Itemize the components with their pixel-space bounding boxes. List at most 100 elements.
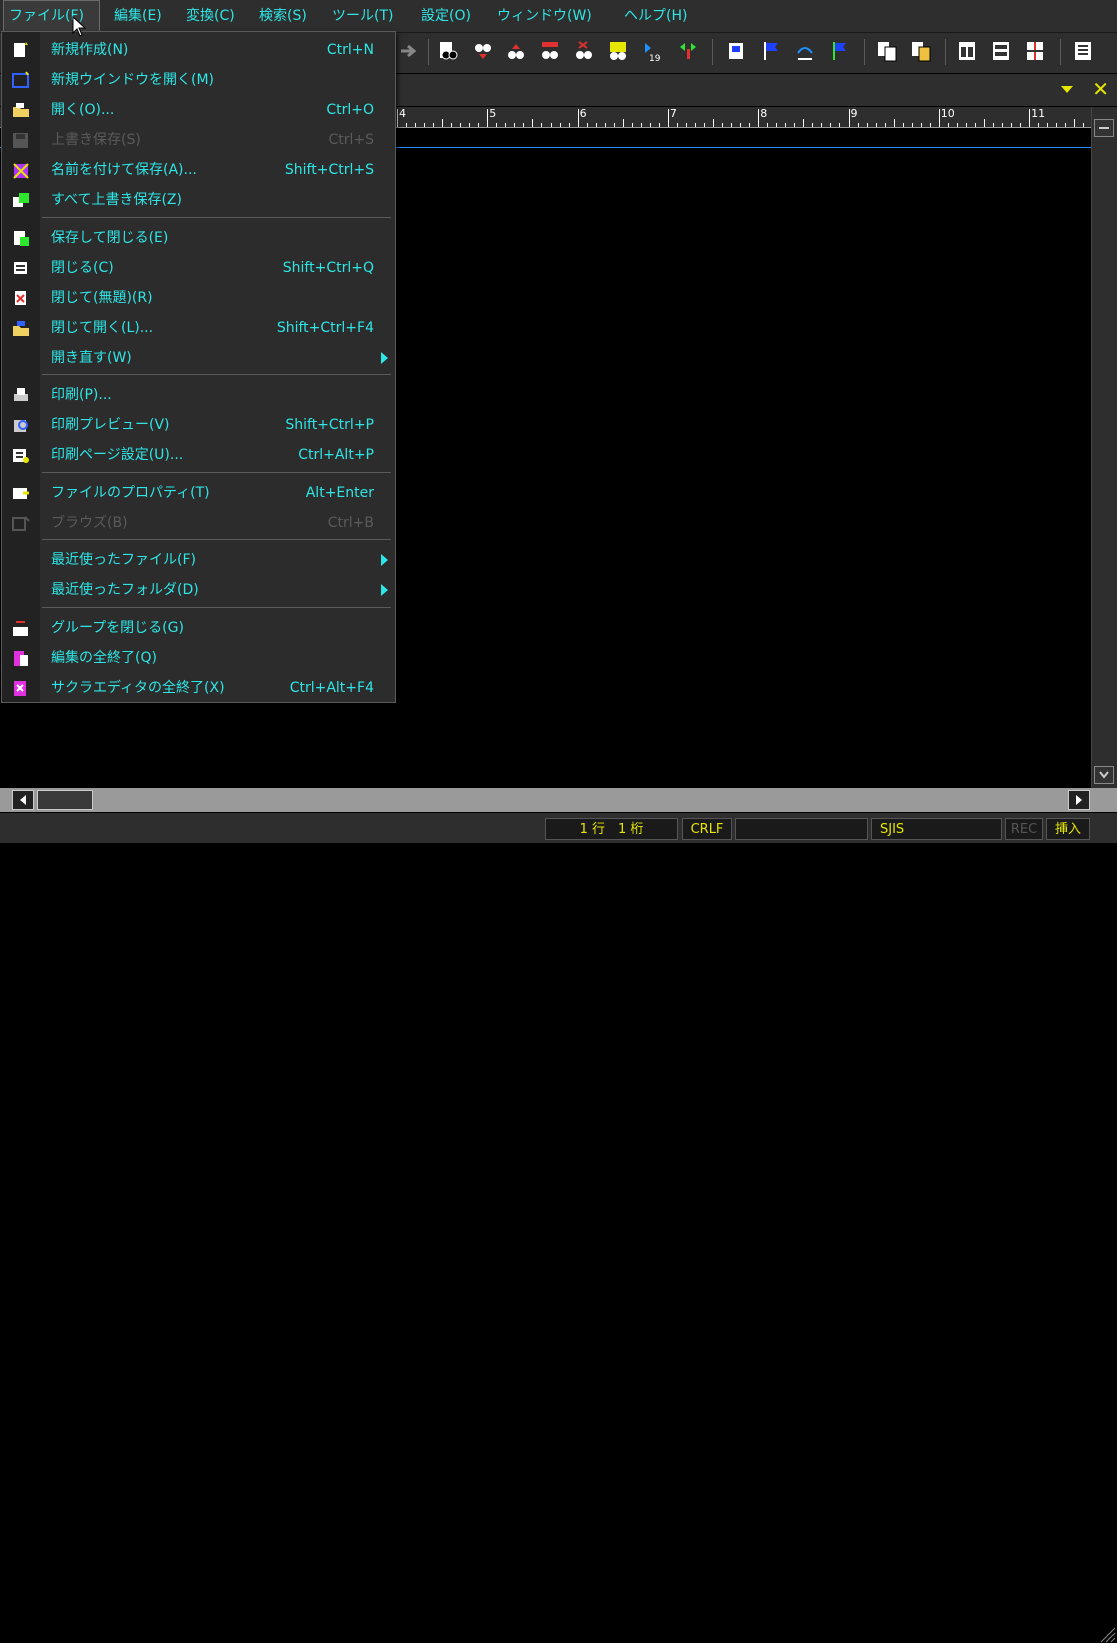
status-position: 1 行 1 桁	[545, 818, 678, 840]
menu-item: ブラウズ(B) Ctrl+B	[2, 508, 395, 538]
ruler-tick	[740, 123, 742, 127]
horizontal-scroll-thumb[interactable]	[37, 790, 93, 810]
menu-item[interactable]: 編集の全終了(Q)	[2, 643, 395, 673]
toolbar-separator	[1060, 39, 1061, 65]
ruler-label: 4	[399, 107, 406, 120]
menu-help[interactable]: ヘルプ(H)	[619, 0, 692, 32]
menu-item[interactable]: 最近使ったファイル(F)	[2, 545, 395, 575]
menu-item[interactable]: 名前を付けて保存(A)... Shift+Ctrl+S	[2, 155, 395, 185]
ruler-tick	[974, 123, 976, 127]
menu-item[interactable]: サクラエディタの全終了(X) Ctrl+Alt+F4	[2, 673, 395, 703]
ruler-label: 9	[850, 107, 858, 120]
bookmark-prev-icon[interactable]	[794, 39, 816, 63]
ruler-tick	[875, 123, 877, 127]
ruler-tick	[1083, 123, 1085, 127]
menu-window[interactable]: ウィンドウ(W)	[492, 0, 597, 32]
menu-item[interactable]: 新規ウインドウを開く(M)	[2, 65, 395, 95]
ruler-tick	[893, 119, 895, 127]
menu-item[interactable]: 新規作成(N) Ctrl+N	[2, 35, 395, 65]
menu-search[interactable]: 検索(S)	[254, 0, 312, 32]
ruler-tick	[460, 123, 462, 127]
ruler-tick	[649, 123, 651, 127]
bookmark-next-icon[interactable]	[760, 39, 782, 63]
ruler-tick	[758, 109, 760, 127]
menu-item[interactable]: 保存して閉じる(E)	[2, 223, 395, 253]
scroll-up-button[interactable]	[1094, 119, 1114, 137]
menu-item[interactable]: 閉じて(無題)(R)	[2, 283, 395, 313]
clear-mark-icon[interactable]	[573, 39, 595, 63]
new-file-icon	[11, 41, 31, 59]
scroll-right-button[interactable]	[1068, 790, 1090, 810]
menu-item[interactable]: 印刷(P)...	[2, 380, 395, 410]
menu-edit[interactable]: 編集(E)	[109, 0, 167, 32]
menu-item-label: 閉じて開く(L)...	[51, 320, 154, 336]
scroll-left-button[interactable]	[12, 790, 34, 810]
jump-line-icon[interactable]: 19	[641, 39, 663, 63]
ruler-tick	[992, 123, 994, 127]
exit-app-icon	[11, 679, 31, 697]
split-window-icon[interactable]	[1024, 39, 1046, 63]
close-group-icon	[11, 619, 31, 637]
menu-item[interactable]: 閉じて開く(L)... Shift+Ctrl+F4	[2, 313, 395, 343]
scroll-down-button[interactable]	[1094, 766, 1114, 784]
menu-item-label: 印刷(P)...	[51, 387, 112, 403]
horizontal-scrollbar[interactable]	[0, 788, 1117, 812]
vertical-scrollbar[interactable]	[1091, 107, 1117, 788]
menu-item[interactable]: グループを閉じる(G)	[2, 613, 395, 643]
menu-item[interactable]: 開く(O)... Ctrl+O	[2, 95, 395, 125]
new-window-icon	[11, 71, 31, 89]
ruler-tick	[523, 123, 525, 127]
ruler-tick	[577, 109, 579, 127]
paste-doc-icon[interactable]	[910, 39, 932, 63]
ruler-tick	[965, 123, 967, 127]
ruler-tick	[442, 119, 444, 127]
save-as-icon	[11, 161, 31, 179]
ruler-tick	[667, 109, 669, 127]
menu-tools[interactable]: ツール(T)	[327, 0, 398, 32]
menu-item-shortcut: Alt+Enter	[305, 485, 374, 501]
tile-windows-icon[interactable]	[956, 39, 978, 63]
copy-doc-icon[interactable]	[876, 39, 898, 63]
toolbar-separator	[712, 39, 713, 65]
menu-item[interactable]: すべて上書き保存(Z)	[2, 185, 395, 215]
menu-item[interactable]: 印刷ページ設定(U)... Ctrl+Alt+P	[2, 440, 395, 470]
menu-item-label: 閉じる(C)	[51, 260, 114, 276]
grep-icon[interactable]	[607, 39, 629, 63]
tab-dropdown-icon[interactable]	[1061, 86, 1073, 93]
menu-item-label: すべて上書き保存(Z)	[51, 192, 182, 208]
bookmark-icon[interactable]	[726, 39, 748, 63]
menu-convert[interactable]: 変換(C)	[181, 0, 240, 32]
ruler-tick	[532, 119, 534, 127]
menu-item[interactable]: 開き直す(W)	[2, 343, 395, 373]
menu-item[interactable]: 印刷プレビュー(V) Shift+Ctrl+P	[2, 410, 395, 440]
status-encoding[interactable]: SJIS	[871, 818, 1002, 840]
ruler-tick	[803, 119, 805, 127]
menu-item-label: サクラエディタの全終了(X)	[51, 680, 225, 696]
close-icon[interactable]: ✕	[1092, 77, 1109, 101]
ruler-tick	[839, 123, 841, 127]
menu-item[interactable]: ファイルのプロパティ(T) Alt+Enter	[2, 478, 395, 508]
find-next-icon[interactable]	[472, 39, 494, 63]
find-prev-icon[interactable]	[505, 39, 527, 63]
bookmark-flag-icon[interactable]	[828, 39, 850, 63]
find-icon[interactable]	[438, 39, 460, 63]
bracket-jump-icon[interactable]	[677, 39, 699, 63]
menu-item-label: 新規ウインドウを開く(M)	[51, 72, 215, 88]
svg-text:19: 19	[649, 54, 661, 63]
status-insert-mode[interactable]: 挿入	[1046, 818, 1090, 840]
status-line-ending[interactable]: CRLF	[682, 818, 732, 840]
ruler-tick	[794, 123, 796, 127]
forward-arrow-icon[interactable]	[398, 39, 420, 63]
cascade-windows-icon[interactable]	[990, 39, 1012, 63]
ruler-tick	[685, 123, 687, 127]
replace-icon[interactable]	[539, 39, 561, 63]
ruler-tick	[857, 123, 859, 127]
settings-list-icon[interactable]	[1072, 39, 1094, 63]
resize-grip-icon[interactable]	[1098, 1625, 1116, 1643]
menu-settings[interactable]: 設定(O)	[416, 0, 476, 32]
exit-edit-icon	[11, 649, 31, 667]
ruler-tick	[920, 123, 922, 127]
menu-item[interactable]: 最近使ったフォルダ(D)	[2, 575, 395, 605]
ruler-tick	[848, 109, 850, 127]
menu-item[interactable]: 閉じる(C) Shift+Ctrl+Q	[2, 253, 395, 283]
